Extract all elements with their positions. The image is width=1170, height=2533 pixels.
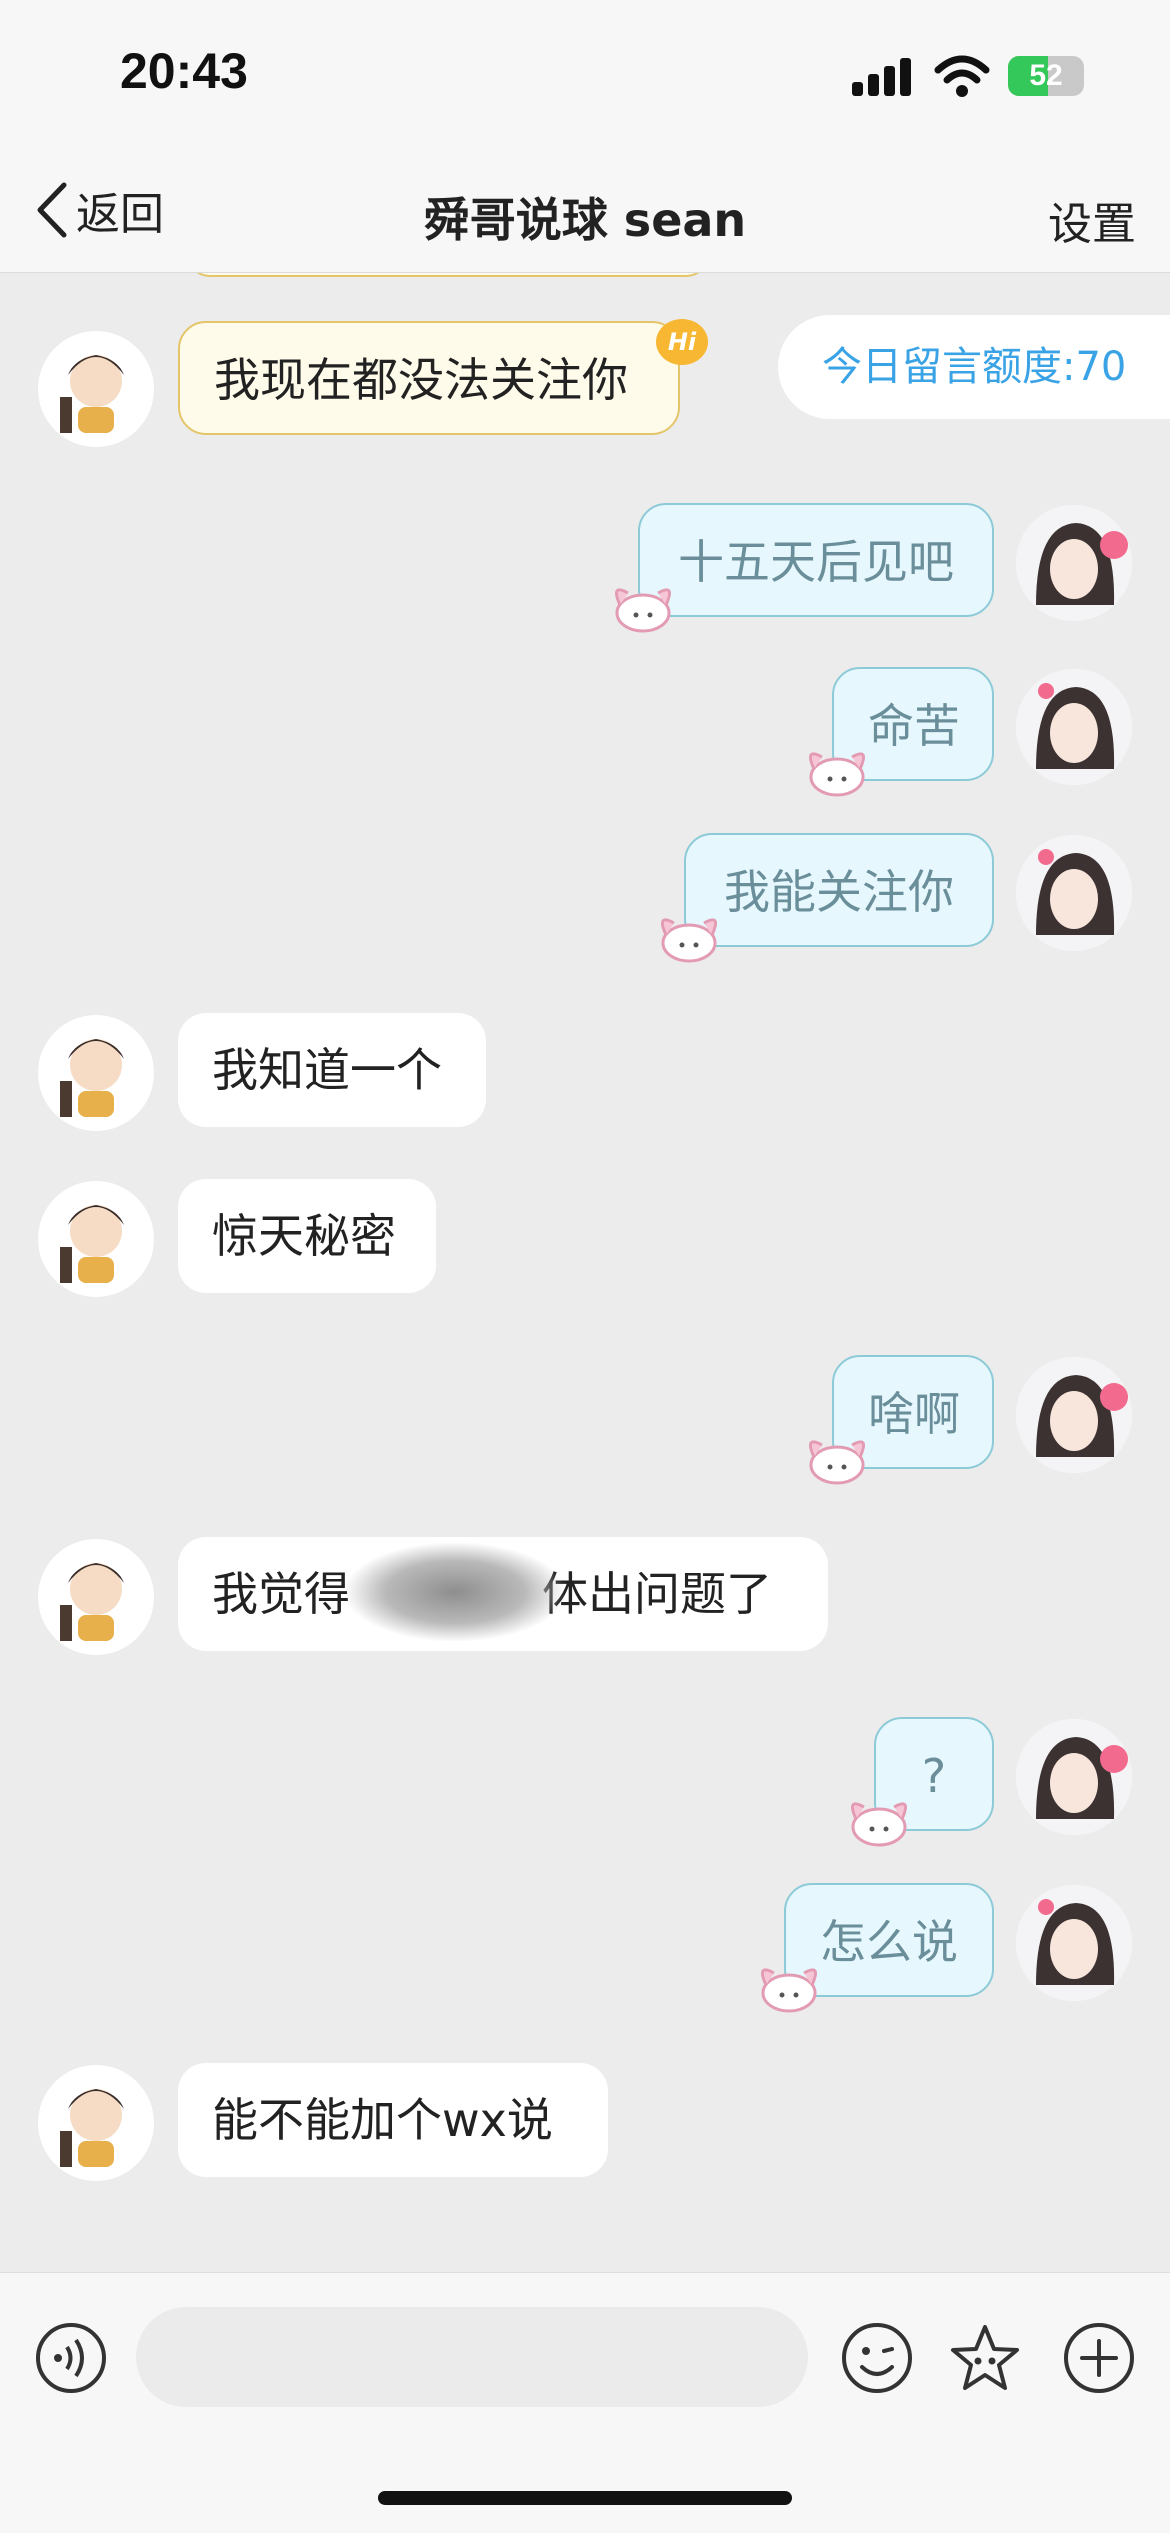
- contact-avatar[interactable]: [38, 331, 154, 447]
- page-title: 舜哥说球 sean: [423, 193, 747, 247]
- status-bar: 20:43 52: [0, 0, 1170, 150]
- my-avatar[interactable]: [1016, 669, 1132, 785]
- message-bubble[interactable]: 我现在都没法关注你: [178, 321, 680, 435]
- home-indicator: [378, 2491, 792, 2505]
- contact-avatar[interactable]: [38, 2065, 154, 2181]
- my-avatar[interactable]: [1016, 835, 1132, 951]
- plus-icon[interactable]: [1062, 2321, 1136, 2395]
- my-avatar[interactable]: [1016, 1885, 1132, 2001]
- contact-avatar[interactable]: [38, 1015, 154, 1131]
- input-bar: [0, 2272, 1170, 2533]
- my-avatar[interactable]: [1016, 1357, 1132, 1473]
- my-avatar[interactable]: [1016, 1719, 1132, 1835]
- nav-bar: 返回 舜哥说球 sean 设置: [0, 150, 1170, 273]
- star-icon[interactable]: [948, 2321, 1022, 2395]
- melody-sticker-icon: [660, 918, 718, 963]
- message-bubble[interactable]: 十五天后见吧: [638, 503, 994, 617]
- redacted-blur-patch: [346, 1543, 564, 1641]
- battery-percent: 52: [1029, 59, 1063, 92]
- status-time: 20:43: [120, 43, 248, 99]
- emoji-icon[interactable]: [840, 2321, 914, 2395]
- message-input[interactable]: [136, 2307, 808, 2407]
- message-text-after: 体出问题了: [542, 1567, 772, 1621]
- voice-icon[interactable]: [34, 2321, 108, 2395]
- message-bubble[interactable]: 能不能加个wx说: [178, 2063, 608, 2177]
- contact-avatar[interactable]: [38, 1539, 154, 1655]
- settings-button[interactable]: 设置: [1048, 188, 1136, 252]
- my-avatar[interactable]: [1016, 505, 1132, 621]
- message-text-before: 我觉得: [212, 1567, 350, 1621]
- melody-sticker-icon: [614, 588, 672, 633]
- message-bubble[interactable]: 惊天秘密: [178, 1179, 436, 1293]
- contact-avatar[interactable]: [38, 1181, 154, 1297]
- wifi-icon: [934, 55, 990, 97]
- melody-sticker-icon: [850, 1802, 908, 1847]
- melody-sticker-icon: [760, 1968, 818, 2013]
- battery-icon: 52: [1008, 56, 1084, 96]
- signal-icon: [852, 58, 914, 96]
- melody-sticker-icon: [808, 752, 866, 797]
- previous-bubble-edge: [186, 273, 710, 277]
- message-quota-pill: 今日留言额度:70: [778, 315, 1170, 419]
- message-bubble[interactable]: 我知道一个: [178, 1013, 486, 1127]
- melody-sticker-icon: [808, 1440, 866, 1485]
- chat-area[interactable]: 我现在都没法关注你 Hi 今日留言额度:70 十五天后见吧 命苦 我能关注你 我…: [0, 273, 1170, 2271]
- hi-badge: Hi: [656, 319, 708, 365]
